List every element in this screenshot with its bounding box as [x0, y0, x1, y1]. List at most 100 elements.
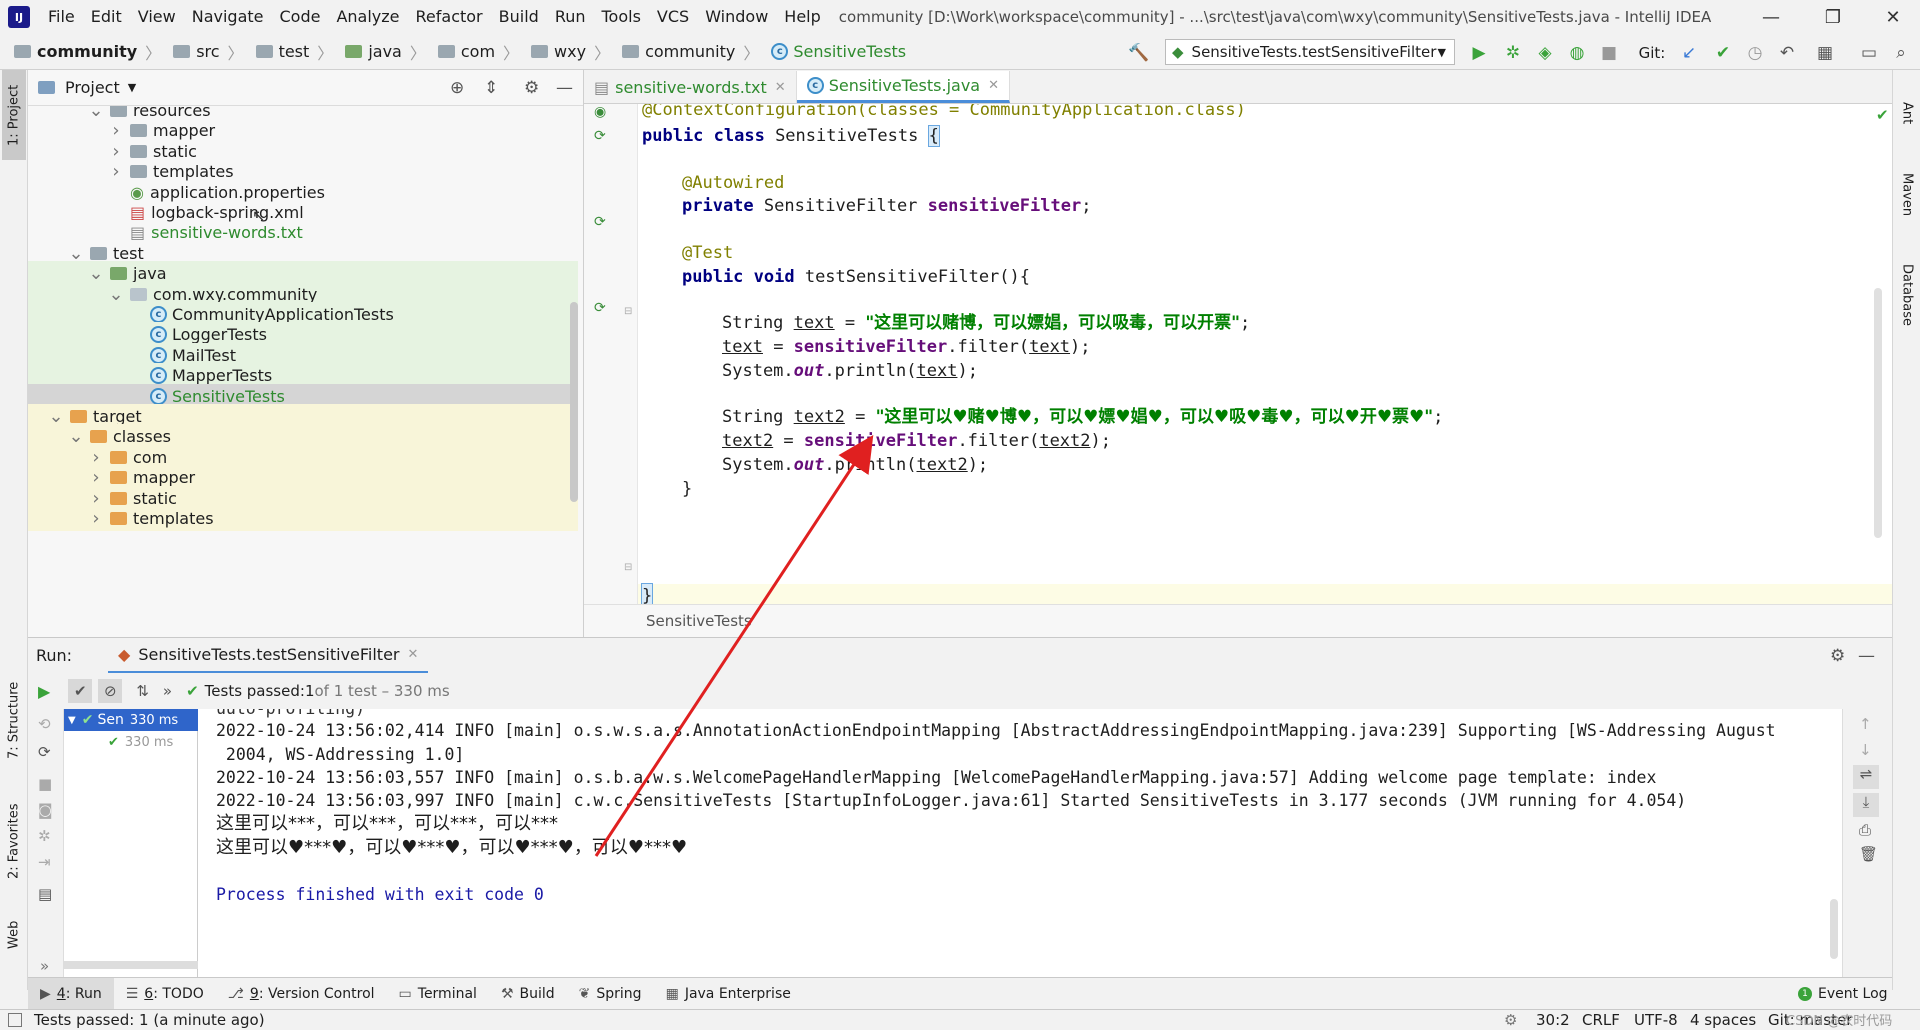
settings-icon[interactable]: ✲ [38, 827, 51, 845]
tab-structure[interactable]: 7: Structure [2, 670, 26, 770]
tool-tab[interactable]: ▭ Terminal [387, 978, 489, 1010]
line-separator[interactable]: CRLF [1582, 1011, 1620, 1029]
cursor-position[interactable]: 30:2 [1536, 1011, 1570, 1029]
toggle-auto-test-icon[interactable]: ⟳ [38, 743, 51, 761]
menu-tools[interactable]: Tools [594, 0, 649, 34]
gear-icon[interactable]: ⚙ [1830, 646, 1845, 666]
menu-view[interactable]: View [130, 0, 184, 34]
run-method-gutter-icon[interactable]: ⟳ [594, 300, 606, 316]
collapse-all-icon[interactable]: ⇕ [484, 78, 498, 98]
tab-ant[interactable]: Ant [1895, 78, 1919, 148]
tree-scrollbar[interactable] [570, 302, 578, 502]
stop-icon[interactable]: ■ [38, 775, 52, 793]
test-tree-scrollbar[interactable] [64, 961, 198, 969]
file-encoding[interactable]: UTF-8 [1634, 1011, 1678, 1029]
spring-bean-icon[interactable]: ◉ [594, 104, 606, 120]
minimize-button[interactable]: — [1748, 0, 1794, 34]
tree-item[interactable]: › templates [28, 506, 578, 531]
menu-code[interactable]: Code [272, 0, 329, 34]
exit-icon[interactable]: ⇥ [38, 853, 51, 871]
soft-wrap-icon[interactable]: ⇌ [1853, 765, 1879, 789]
show-ignored-icon[interactable]: ⊘ [98, 679, 123, 703]
run-tab[interactable]: ◆ SensitiveTests.testSensitiveFilter ✕ [108, 638, 429, 674]
tab-web[interactable]: Web [2, 905, 26, 965]
autowired-gutter-icon[interactable]: ⟳ [594, 214, 606, 230]
down-arrow-icon[interactable]: ↓ [1859, 741, 1872, 759]
breadcrumb-item[interactable]: com 〉 [432, 40, 525, 64]
event-log-button[interactable]: 1 Event Log [1798, 986, 1888, 1002]
tool-tab[interactable]: ☰ 6: TODO [114, 978, 216, 1010]
console-output[interactable]: uuto-profiling) 2022-10-24 13:56:02,414 … [198, 709, 1842, 977]
tab-favorites[interactable]: 2: Favorites [2, 786, 26, 896]
tab-project[interactable]: 1: Project [2, 70, 26, 160]
trash-icon[interactable]: 🗑 [1859, 845, 1878, 863]
tab-maven[interactable]: Maven [1895, 155, 1919, 235]
rerun-failed-icon[interactable]: ⟲ [38, 715, 51, 733]
fold-icon[interactable]: ⊟ [624, 562, 632, 573]
editor-scrollbar[interactable] [1874, 288, 1882, 538]
breadcrumb-item[interactable]: c SensitiveTests [765, 42, 912, 61]
layout-icon[interactable]: ▤ [38, 885, 52, 903]
up-arrow-icon[interactable]: ↑ [1859, 715, 1872, 733]
git-rollback-icon[interactable]: ↶ [1774, 40, 1800, 66]
project-panel-title[interactable]: Project [65, 78, 120, 97]
print-icon[interactable]: ⎙ [1859, 821, 1871, 839]
tool-tab[interactable]: ▦ Java Enterprise [654, 978, 803, 1010]
locate-icon[interactable]: ⊕ [450, 78, 464, 98]
git-history-icon[interactable]: ◷ [1742, 40, 1768, 66]
close-tab-icon[interactable]: ✕ [775, 80, 786, 95]
editor-tab[interactable]: ▤ sensitive-words.txt ✕ [584, 71, 797, 103]
more-icon[interactable]: » [163, 682, 172, 700]
code-editor[interactable]: @ContextConfiguration(classes = Communit… [638, 104, 1892, 604]
indent-setting[interactable]: 4 spaces [1690, 1011, 1756, 1029]
menu-window[interactable]: Window [697, 0, 776, 34]
tool-tab[interactable]: ⎇ 9: Version Control [216, 978, 387, 1010]
menu-build[interactable]: Build [491, 0, 547, 34]
rerun-icon[interactable]: ▶ [38, 682, 50, 701]
hide-icon[interactable]: — [1858, 646, 1875, 666]
close-tab-icon[interactable]: ✕ [988, 78, 999, 93]
test-tree-row[interactable]: ✔ 330 ms [64, 731, 198, 753]
sort-icon[interactable]: ⇅ [136, 682, 149, 700]
presentation-icon[interactable]: ▭ [1856, 40, 1882, 66]
debug-icon[interactable]: ✲ [1500, 40, 1526, 66]
run-icon[interactable]: ▶ [1466, 40, 1492, 66]
editor-breadcrumb[interactable]: SensitiveTests [584, 604, 1892, 637]
tool-tab[interactable]: ▶ 4: Run [28, 977, 114, 1010]
camera-icon[interactable]: ◙ [38, 801, 53, 819]
fold-icon[interactable]: ⊟ [624, 306, 632, 317]
git-commit-icon[interactable]: ✔ [1710, 40, 1736, 66]
expand-icon[interactable]: » [40, 957, 49, 975]
menu-run[interactable]: Run [547, 0, 594, 34]
run-configuration-select[interactable]: ◆ SensitiveTests.testSensitiveFilter ▼ [1165, 39, 1455, 65]
menu-analyze[interactable]: Analyze [328, 0, 407, 34]
run-test-gutter-icon[interactable]: ⟳ [594, 128, 606, 144]
chevron-right-icon[interactable]: › [88, 508, 104, 529]
gear-icon[interactable]: ⚙ [524, 78, 539, 98]
test-tree-row[interactable]: ▼ ✔ Sen 330 ms [64, 709, 198, 731]
breadcrumb-item[interactable]: wxy 〉 [525, 40, 616, 64]
build-hammer-icon[interactable]: 🔨 [1126, 40, 1152, 66]
close-button[interactable]: ✕ [1870, 0, 1916, 34]
chevron-down-icon[interactable]: ▼ [128, 81, 136, 94]
restore-button[interactable]: ❐ [1810, 0, 1856, 34]
project-structure-icon[interactable]: ▦ [1812, 40, 1838, 66]
breadcrumb-item[interactable]: test 〉 [250, 40, 340, 64]
status-toggle-icon[interactable] [8, 1013, 22, 1027]
menu-help[interactable]: Help [776, 0, 828, 34]
scroll-to-end-icon[interactable]: ⤓ [1853, 793, 1879, 817]
close-tab-icon[interactable]: ✕ [408, 647, 419, 662]
menu-refactor[interactable]: Refactor [408, 0, 491, 34]
breadcrumb-item[interactable]: community 〉 [616, 40, 765, 64]
tab-database[interactable]: Database [1895, 245, 1919, 345]
editor-tab[interactable]: c SensitiveTests.java ✕ [796, 71, 1011, 103]
search-icon[interactable]: ⌕ [1888, 40, 1914, 66]
menu-edit[interactable]: Edit [83, 0, 130, 34]
menu-navigate[interactable]: Navigate [184, 0, 272, 34]
git-update-icon[interactable]: ↙ [1676, 40, 1702, 66]
hide-icon[interactable]: — [556, 78, 573, 98]
status-message[interactable]: Tests passed: 1 (a minute ago) [34, 1011, 265, 1029]
breadcrumb-item[interactable]: java 〉 [339, 40, 432, 64]
tool-tab[interactable]: ❦ Spring [567, 978, 654, 1010]
coverage-icon[interactable]: ◈ [1532, 40, 1558, 66]
